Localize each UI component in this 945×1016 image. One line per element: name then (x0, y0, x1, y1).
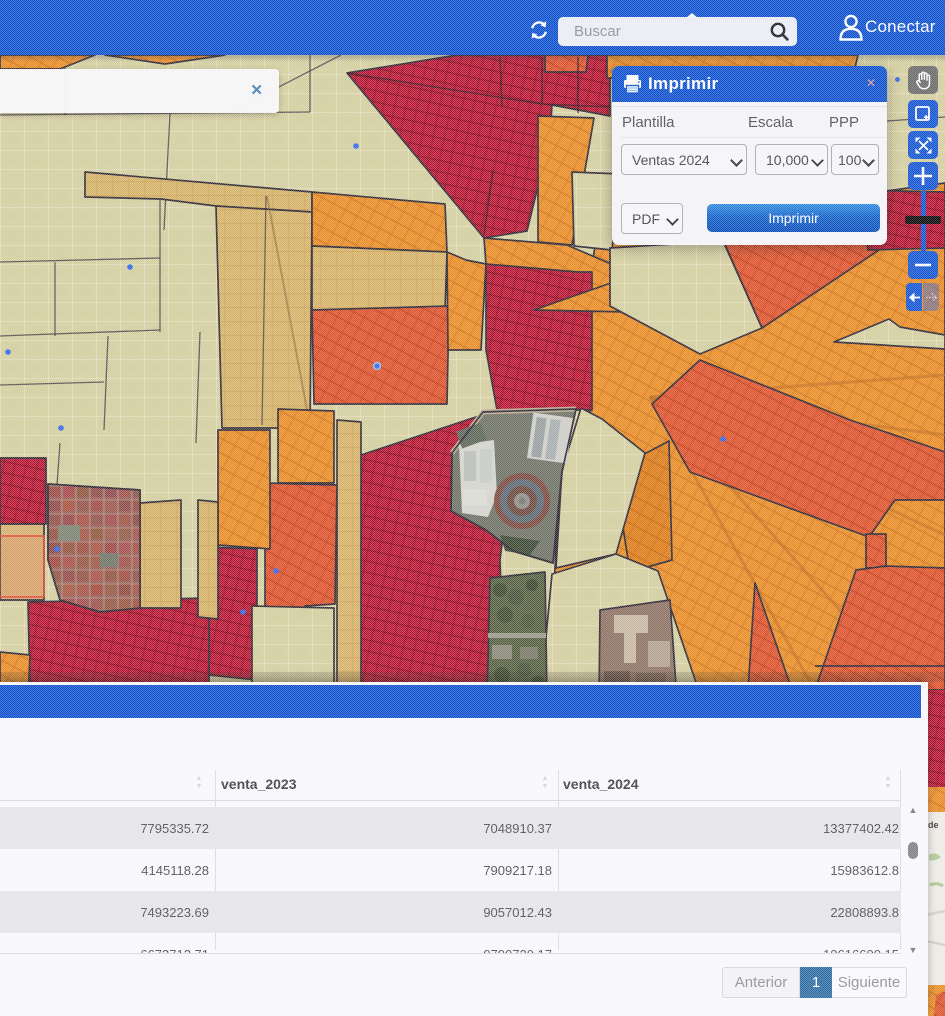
svg-text:de: de (928, 820, 939, 830)
